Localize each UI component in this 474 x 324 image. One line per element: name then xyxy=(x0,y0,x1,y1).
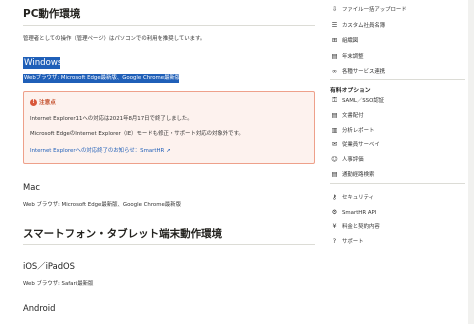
lock-icon: ⚷ xyxy=(332,193,337,201)
external-link-icon: ↗ xyxy=(165,148,171,154)
document-icon: ▤ xyxy=(331,170,338,178)
sidebar-item[interactable]: ☰ カスタム社員名簿 xyxy=(330,20,470,31)
chart-icon: ▥ xyxy=(331,125,338,134)
document-icon: ▤ xyxy=(331,51,338,60)
notice-line-2: Microsoft EdgeのInternet Explorer（IE）モードも… xyxy=(30,131,244,137)
download-icon: ⇩ xyxy=(331,5,338,13)
divider xyxy=(330,183,465,184)
api-icon: ⚙ xyxy=(331,207,338,216)
survey-icon: ✉ xyxy=(331,140,338,149)
mac-browsers: Web ブラウザ: Microsoft Edge最新版、Google Chrom… xyxy=(23,202,181,208)
sidebar-item-label: SmartHR API xyxy=(342,209,377,216)
key-icon: ⚿ xyxy=(332,96,337,104)
sidebar-item-label: SAML／SSO認証 xyxy=(342,98,385,104)
help-icon: ? xyxy=(332,236,337,245)
link-icon: ∞ xyxy=(331,67,338,75)
pc-heading: PC動作環境 xyxy=(23,8,81,20)
sidebar-item[interactable]: ⊞ 組織図 xyxy=(330,35,470,46)
notice-line-1: Internet Explorer11への対応は2021年8月17日で終了しまし… xyxy=(30,116,193,122)
windows-browsers: Webブラウザ: Microsoft Edge最新版、Google Chrome… xyxy=(23,74,181,83)
divider xyxy=(23,25,315,26)
ie-end-link[interactable]: Internet Explorerへの対応終了のお知らせ：SmartHR ↗ xyxy=(30,146,171,154)
info-icon: ! xyxy=(30,99,37,106)
ios-browsers: Web ブラウザ: Safari最新版 xyxy=(23,281,94,287)
sidebar-item-label: 文書配付 xyxy=(342,112,364,119)
sidebar-item-label: 分析レポート xyxy=(342,127,375,134)
sidebar-item[interactable]: ∞ 各種サービス連携 xyxy=(330,66,470,77)
notice-title: ! 注意点 xyxy=(30,98,56,106)
sidebar-item[interactable]: ▤ 文書配付 xyxy=(330,110,470,121)
notice-box: ! 注意点 Internet Explorer11への対応は2021年8月17日で… xyxy=(23,91,315,164)
sidebar-item[interactable]: ⚿ SAML／SSO認証 xyxy=(330,95,470,106)
android-heading: Android xyxy=(23,303,56,313)
mobile-heading: スマートフォン・タブレット端末動作環境 xyxy=(23,228,223,240)
sidebar-item-label: 料金と契約内容 xyxy=(342,224,380,230)
sidebar-item[interactable]: ¥ 料金と契約内容 xyxy=(330,221,470,232)
sidebar-item[interactable]: ⚙ SmartHR API xyxy=(330,207,470,218)
yen-icon: ¥ xyxy=(332,222,337,230)
sidebar-item-label: 年末調整 xyxy=(342,53,364,60)
person-icon: ☺ xyxy=(331,155,338,164)
sidebar-item[interactable]: ▥ 分析レポート xyxy=(330,125,470,136)
options-heading: 有料オプション xyxy=(330,88,371,94)
sidebar-item-label: 各種サービス連携 xyxy=(342,69,386,75)
sidebar-item-label: 通勤経路検索 xyxy=(342,172,375,178)
sidebar-item[interactable]: ✉ 従業員サーベイ xyxy=(330,139,470,150)
ios-heading: iOS／iPadOS xyxy=(23,261,75,271)
windows-heading: Windows xyxy=(23,57,63,69)
sidebar-item[interactable]: ⚷ セキュリティ xyxy=(330,192,470,203)
pc-description: 管理者としての操作（管理ページ）はパソコンでの利用を推奨しています。 xyxy=(23,36,206,42)
scrollbar[interactable] xyxy=(468,0,474,324)
sidebar-item-label: サポート xyxy=(342,238,364,245)
divider xyxy=(330,79,465,80)
mac-heading: Mac xyxy=(23,182,40,192)
divider xyxy=(23,244,315,245)
sidebar-item[interactable]: ⇩ ファイル一括アップロード xyxy=(330,4,470,15)
sidebar-item[interactable]: ? サポート xyxy=(330,236,470,247)
sidebar-item[interactable]: ▤ 通勤経路検索 xyxy=(330,169,470,180)
sidebar-item-label: 人事評価 xyxy=(342,157,364,164)
sidebar-item[interactable]: ▤ 年末調整 xyxy=(330,51,470,62)
sidebar-item-label: ファイル一括アップロード xyxy=(342,7,407,13)
sidebar-item-label: セキュリティ xyxy=(342,195,375,201)
org-chart-icon: ⊞ xyxy=(331,36,338,44)
sidebar-item-label: カスタム社員名簿 xyxy=(342,22,386,29)
sidebar-item-label: 組織図 xyxy=(342,38,359,44)
document-icon: ▤ xyxy=(331,110,338,119)
list-icon: ☰ xyxy=(331,20,338,29)
sidebar-item-label: 従業員サーベイ xyxy=(342,142,380,149)
sidebar-item[interactable]: ☺ 人事評価 xyxy=(330,154,470,165)
